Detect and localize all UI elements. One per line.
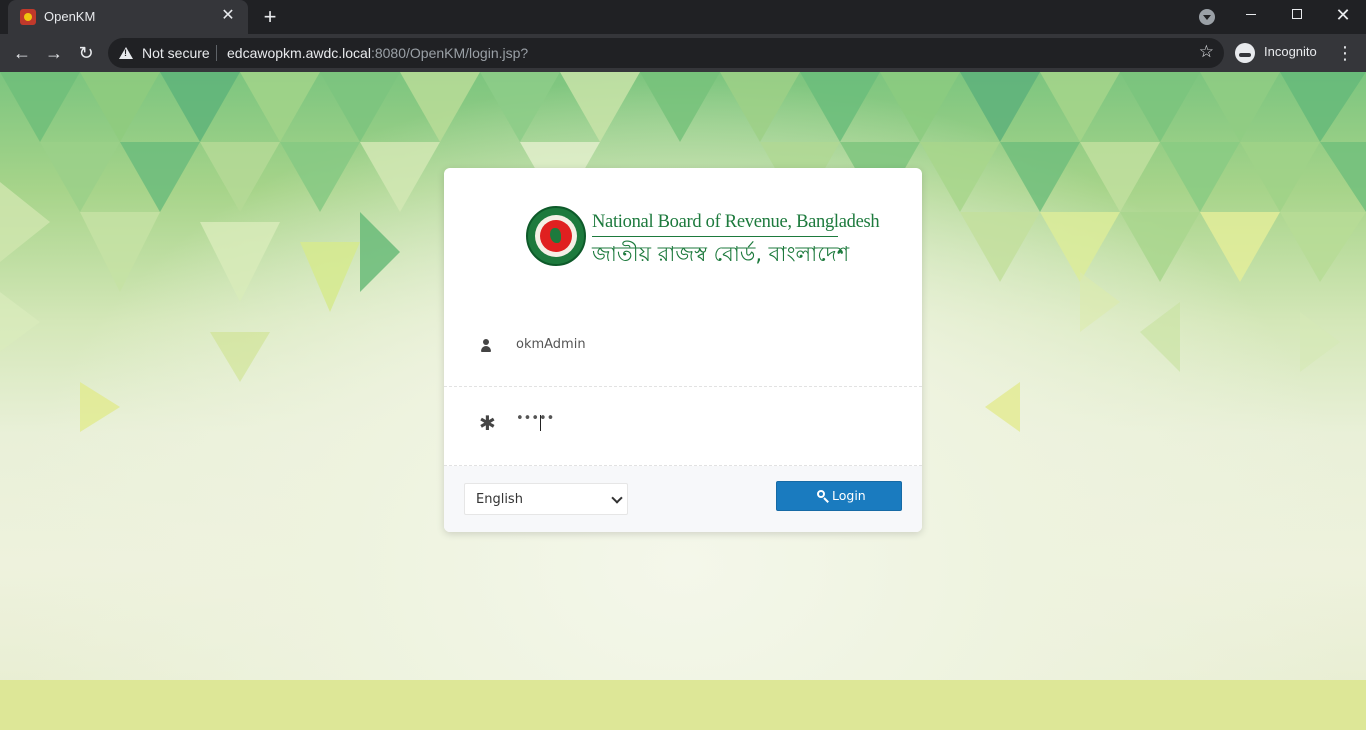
nbr-logo: National Board of Revenue, Bangladesh জা… bbox=[526, 206, 880, 270]
omnibox-divider bbox=[216, 45, 217, 61]
logo-title-en: National Board of Revenue, Bangladesh bbox=[592, 212, 880, 232]
login-button-label: Login bbox=[832, 488, 866, 503]
url-host: edcawopkm.awdc.local bbox=[227, 45, 371, 61]
username-input[interactable] bbox=[516, 332, 896, 356]
url-text[interactable]: edcawopkm.awdc.local:8080/OpenKM/login.j… bbox=[227, 45, 528, 61]
plus-icon[interactable]: + bbox=[258, 5, 282, 29]
tab-search-icon[interactable] bbox=[1199, 9, 1215, 25]
user-icon bbox=[481, 339, 491, 352]
asterisk-icon: ✱ bbox=[479, 413, 496, 435]
page-background: National Board of Revenue, Bangladesh জা… bbox=[0, 72, 1366, 730]
language-select[interactable]: English bbox=[464, 483, 628, 515]
incognito-icon bbox=[1235, 43, 1255, 63]
language-value: English bbox=[476, 492, 523, 507]
tab-favicon-icon bbox=[20, 9, 36, 25]
reload-icon[interactable]: ↻ bbox=[74, 41, 98, 65]
tab-title: OpenKM bbox=[44, 9, 96, 24]
emblem-core bbox=[540, 220, 572, 252]
logo-divider bbox=[592, 236, 838, 237]
card-footer: English Login bbox=[444, 466, 922, 532]
browser-tab[interactable]: OpenKM ✕ bbox=[8, 0, 248, 34]
browser-toolbar: ← → ↻ Not secure edcawopkm.awdc.local:80… bbox=[0, 34, 1366, 72]
security-label[interactable]: Not secure bbox=[142, 45, 210, 61]
username-row bbox=[444, 308, 922, 387]
key-icon bbox=[817, 490, 825, 498]
forward-icon[interactable]: → bbox=[42, 41, 66, 65]
window-close-button[interactable]: ✕ bbox=[1320, 0, 1366, 30]
logo-title-bn: জাতীয় রাজস্ব বোর্ড, বাংলাদেশ bbox=[592, 242, 850, 266]
back-icon[interactable]: ← bbox=[10, 41, 34, 65]
incognito-label: Incognito bbox=[1264, 44, 1317, 59]
chevron-down-icon bbox=[611, 492, 623, 504]
emblem-ring bbox=[535, 215, 577, 257]
password-input[interactable]: ••••• bbox=[516, 411, 896, 435]
address-bar[interactable]: Not secure edcawopkm.awdc.local:8080/Ope… bbox=[108, 38, 1224, 68]
login-card: National Board of Revenue, Bangladesh জা… bbox=[444, 168, 922, 532]
password-row: ✱ ••••• bbox=[444, 387, 922, 466]
minimize-button[interactable] bbox=[1228, 0, 1274, 30]
emblem-icon bbox=[526, 206, 586, 266]
url-path: :8080/OpenKM/login.jsp? bbox=[370, 45, 529, 61]
warning-icon[interactable] bbox=[119, 47, 133, 59]
login-button[interactable]: Login bbox=[776, 481, 902, 511]
browser-titlebar: OpenKM ✕ + ✕ bbox=[0, 0, 1366, 34]
maximize-button[interactable] bbox=[1274, 0, 1320, 30]
close-icon[interactable]: ✕ bbox=[218, 6, 238, 26]
incognito-badge[interactable]: Incognito bbox=[1232, 40, 1328, 66]
footer-band bbox=[0, 680, 1366, 730]
kebab-menu-icon[interactable]: ⋮ bbox=[1336, 41, 1354, 65]
star-icon[interactable]: ☆ bbox=[1199, 42, 1214, 62]
text-caret bbox=[540, 415, 541, 431]
